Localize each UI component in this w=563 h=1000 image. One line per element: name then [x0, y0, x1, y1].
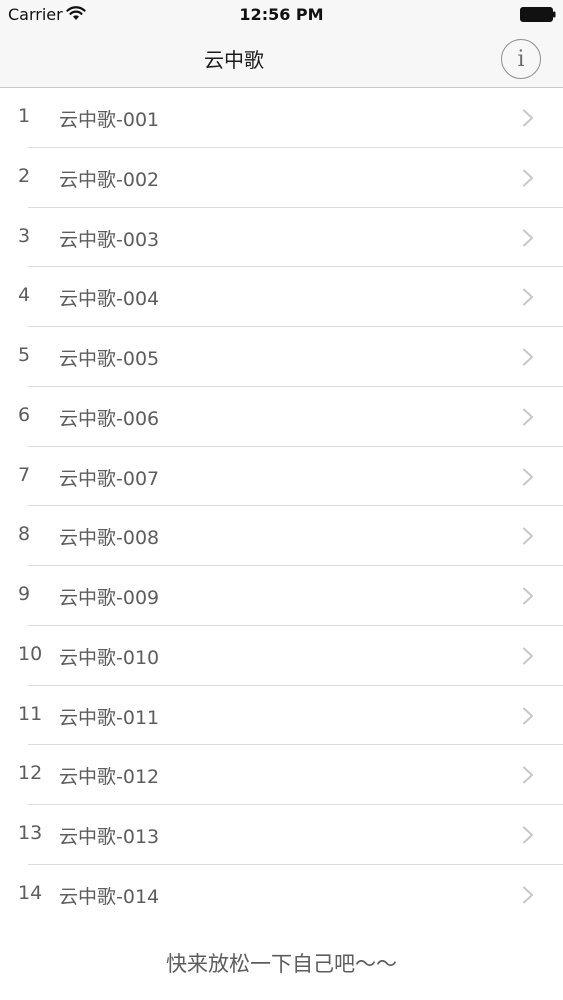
- list-item[interactable]: 2 云中歌-002: [0, 148, 563, 208]
- chapter-list: 1 云中歌-001 2 云中歌-002 3 云中歌-003 4 云中歌-004 5 云中歌-005…: [0, 88, 563, 925]
- list-item-title: 云中歌-011: [59, 706, 160, 729]
- list-item[interactable]: 10 云中歌-010: [0, 626, 563, 686]
- list-item-title: 云中歌-009: [59, 587, 160, 609]
- chevron-right-icon: [523, 468, 533, 485]
- list-item[interactable]: 9 云中歌-009: [0, 566, 563, 626]
- chevron-right-icon: [523, 766, 533, 784]
- list-item-number: 14: [18, 881, 43, 904]
- list-item-title: 云中歌-005: [59, 348, 160, 370]
- chevron-right-icon: [523, 348, 533, 366]
- list-item-title: 云中歌-010: [59, 646, 160, 669]
- chevron-right-icon: [523, 169, 533, 187]
- list-item-title: 云中歌-002: [59, 168, 160, 191]
- list-item-title: 云中歌-003: [59, 228, 160, 251]
- list-item[interactable]: 11 云中歌-011: [0, 686, 563, 746]
- list-item-number: 8: [18, 523, 31, 546]
- chevron-right-icon: [523, 288, 533, 306]
- list-item-number: 12: [18, 762, 43, 785]
- chevron-right-icon: [523, 527, 533, 545]
- list-item-title: 云中歌-008: [59, 527, 160, 550]
- list-item[interactable]: 14 云中歌-014: [0, 865, 563, 925]
- list-item[interactable]: 3 云中歌-003: [0, 208, 563, 268]
- list-item[interactable]: 8 云中歌-008: [0, 506, 563, 566]
- info-button[interactable]: i: [501, 39, 541, 79]
- list-item-title: 云中歌-006: [59, 407, 160, 430]
- list-item[interactable]: 6 云中歌-006: [0, 387, 563, 447]
- page-title: 云中歌: [204, 48, 264, 72]
- list-item-number: 3: [18, 224, 31, 247]
- list-item-number: 10: [18, 642, 43, 665]
- list-item[interactable]: 5 云中歌-005: [0, 327, 563, 387]
- list-item-number: 5: [18, 344, 31, 366]
- list-item-number: 1: [18, 105, 31, 127]
- navigation-bar: 云中歌 i: [0, 30, 563, 88]
- list-item-title: 云中歌-001: [59, 109, 160, 131]
- list-item-number: 4: [18, 284, 31, 307]
- list-item[interactable]: 4 云中歌-004: [0, 267, 563, 327]
- status-bar: Carrier 12:56 PM: [0, 0, 563, 30]
- list-item-number: 9: [18, 583, 31, 605]
- list-item[interactable]: 12 云中歌-012: [0, 745, 563, 805]
- list-item-number: 2: [18, 164, 31, 187]
- footer-message: 快来放松一下自己吧～～: [166, 952, 397, 976]
- list-item-number: 6: [18, 403, 31, 426]
- chevron-right-icon: [523, 229, 533, 246]
- list-item-title: 云中歌-013: [59, 826, 160, 848]
- chevron-right-icon: [523, 826, 533, 844]
- chevron-right-icon: [523, 886, 533, 904]
- list-item[interactable]: 13 云中歌-013: [0, 805, 563, 865]
- list-item[interactable]: 1 云中歌-001: [0, 88, 563, 148]
- chevron-right-icon: [523, 647, 533, 665]
- chevron-right-icon: [523, 109, 533, 127]
- chevron-right-icon: [523, 587, 533, 605]
- list-item-number: 11: [18, 702, 43, 725]
- list-item-title: 云中歌-014: [59, 885, 160, 908]
- chevron-right-icon: [523, 408, 533, 426]
- chevron-right-icon: [523, 707, 533, 724]
- status-time: 12:56 PM: [239, 5, 324, 24]
- list-item-title: 云中歌-007: [59, 467, 160, 490]
- info-circle-icon: i: [517, 46, 525, 72]
- battery-full-icon: [520, 7, 556, 22]
- list-item[interactable]: 7 云中歌-007: [0, 447, 563, 507]
- list-item-number: 7: [18, 463, 31, 486]
- list-item-number: 13: [18, 822, 43, 844]
- list-item-title: 云中歌-012: [59, 766, 160, 789]
- list-item-title: 云中歌-004: [59, 288, 160, 311]
